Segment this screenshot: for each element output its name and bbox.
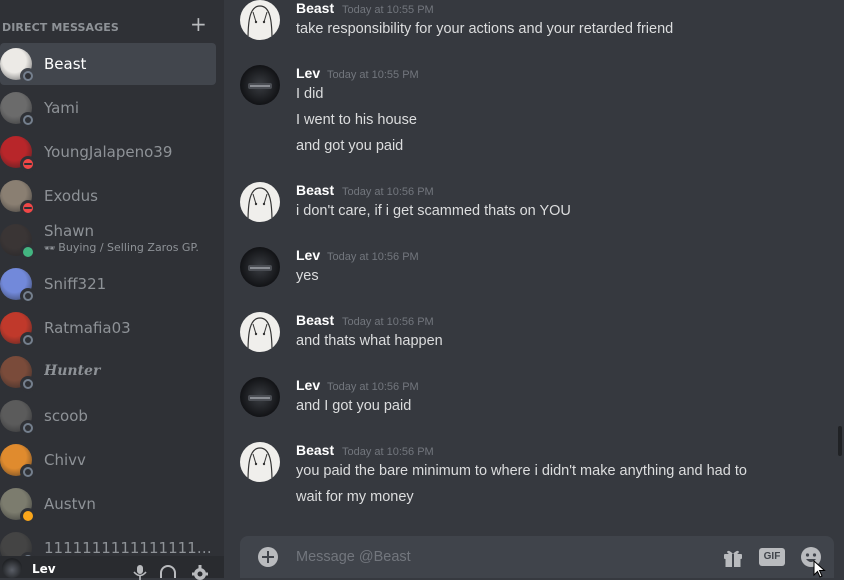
message-avatar[interactable] xyxy=(240,377,280,417)
avatar xyxy=(0,48,36,84)
dm-name: Hunter xyxy=(44,363,101,379)
dm-custom-status: 🕶 Buying / Selling Zaros GP. xyxy=(44,241,199,254)
message-author[interactable]: Lev xyxy=(296,247,320,263)
message-author[interactable]: Lev xyxy=(296,377,320,393)
create-dm-plus-icon[interactable]: + xyxy=(190,14,207,34)
dm-sidebar: DIRECT MESSAGES + Beast Yami YoungJalapeno… xyxy=(0,0,224,578)
message-text: yes xyxy=(296,268,319,284)
direct-messages-title: DIRECT MESSAGES xyxy=(2,21,119,34)
status-indicator xyxy=(20,68,36,84)
dm-name: Austvn xyxy=(44,495,96,513)
avatar xyxy=(0,92,36,128)
message-avatar[interactable] xyxy=(240,247,280,287)
message-text: wait for my money xyxy=(296,489,414,505)
message-avatar[interactable] xyxy=(240,65,280,105)
plus-circle-icon[interactable] xyxy=(258,547,278,567)
dm-name: Exodus xyxy=(44,187,98,205)
avatar xyxy=(0,224,36,260)
message-timestamp: Today at 10:55 PM xyxy=(327,69,419,81)
avatar xyxy=(0,136,36,172)
avatar xyxy=(0,180,36,216)
message-author[interactable]: Beast xyxy=(296,182,334,198)
message-author[interactable]: Beast xyxy=(296,312,334,328)
message-composer: GIF xyxy=(240,536,834,578)
direct-messages-header: DIRECT MESSAGES + xyxy=(0,14,216,36)
user-panel: Lev xyxy=(0,556,224,580)
dm-item[interactable]: Ratmafia03 xyxy=(0,307,216,349)
message-text: and I got you paid xyxy=(296,398,412,414)
message-author[interactable]: Beast xyxy=(296,0,334,16)
message-text: i don't care, if i get scammed thats on … xyxy=(296,203,571,219)
dm-item[interactable]: Exodus xyxy=(0,175,216,217)
status-indicator xyxy=(20,112,36,128)
status-indicator xyxy=(20,420,36,436)
message-timestamp: Today at 10:56 PM xyxy=(327,381,419,393)
chat-area: Beast Today at 10:55 PM take responsibilit… xyxy=(224,0,844,578)
dm-name: scoob xyxy=(44,407,88,425)
dm-item[interactable]: Beast xyxy=(0,43,216,85)
dm-name: Shawn xyxy=(44,222,94,240)
dm-custom-status-text: Buying / Selling Zaros GP. xyxy=(58,241,199,254)
avatar xyxy=(0,268,36,304)
dm-item[interactable]: Shawn 🕶 Buying / Selling Zaros GP. xyxy=(0,219,216,261)
dm-name: YoungJalapeno39 xyxy=(44,143,173,161)
message-avatar[interactable] xyxy=(240,442,280,482)
gif-button[interactable]: GIF xyxy=(759,548,785,566)
avatar xyxy=(0,312,36,348)
message-avatar[interactable] xyxy=(240,0,280,40)
message-text: and thats what happen xyxy=(296,333,443,349)
dm-item[interactable]: YoungJalapeno39 xyxy=(0,131,216,173)
status-indicator xyxy=(20,200,36,216)
dm-item[interactable]: Sniff321 xyxy=(0,263,216,305)
message-timestamp: Today at 10:56 PM xyxy=(342,186,434,198)
dm-name: Sniff321 xyxy=(44,275,107,293)
dm-item[interactable]: scoob xyxy=(0,395,216,437)
message-text: you paid the bare minimum to where i did… xyxy=(296,463,747,479)
gift-icon[interactable] xyxy=(722,546,744,568)
message-avatar[interactable] xyxy=(240,312,280,352)
message-timestamp: Today at 10:55 PM xyxy=(342,4,434,16)
chat-scrollbar[interactable] xyxy=(838,426,842,456)
avatar xyxy=(0,356,36,392)
message-input[interactable] xyxy=(296,548,696,566)
dm-name: 11111111111111111111111111111111 xyxy=(44,539,212,557)
dm-item[interactable]: Hunter xyxy=(0,351,216,393)
message-text: I went to his house xyxy=(296,112,417,128)
message-timestamp: Today at 10:56 PM xyxy=(342,316,434,328)
status-indicator xyxy=(20,332,36,348)
avatar xyxy=(0,488,36,524)
status-indicator xyxy=(20,376,36,392)
status-indicator xyxy=(20,508,36,524)
message-timestamp: Today at 10:56 PM xyxy=(342,446,434,458)
sunglasses-icon: 🕶 xyxy=(44,244,59,254)
status-indicator xyxy=(20,288,36,304)
dm-item[interactable]: Yami xyxy=(0,87,216,129)
dm-name: Yami xyxy=(44,99,80,117)
message-author[interactable]: Lev xyxy=(296,65,320,81)
dm-name: Chivv xyxy=(44,451,86,469)
dm-name: Beast xyxy=(44,55,87,73)
message-text: and got you paid xyxy=(296,138,404,154)
avatar xyxy=(0,444,36,480)
message-author[interactable]: Beast xyxy=(296,442,334,458)
avatar xyxy=(0,400,36,436)
status-indicator xyxy=(20,244,36,260)
user-avatar[interactable] xyxy=(2,558,22,578)
dm-item[interactable]: Austvn xyxy=(0,483,216,525)
status-indicator xyxy=(20,464,36,480)
message-text: I did xyxy=(296,86,324,102)
user-name: Lev xyxy=(32,562,56,576)
status-indicator xyxy=(20,156,36,172)
message-timestamp: Today at 10:56 PM xyxy=(327,251,419,263)
dm-name: Ratmafia03 xyxy=(44,319,131,337)
dm-item[interactable]: Chivv xyxy=(0,439,216,481)
mouse-cursor-icon xyxy=(813,560,826,578)
message-text: take responsibility for your actions and… xyxy=(296,21,674,37)
message-avatar[interactable] xyxy=(240,182,280,222)
